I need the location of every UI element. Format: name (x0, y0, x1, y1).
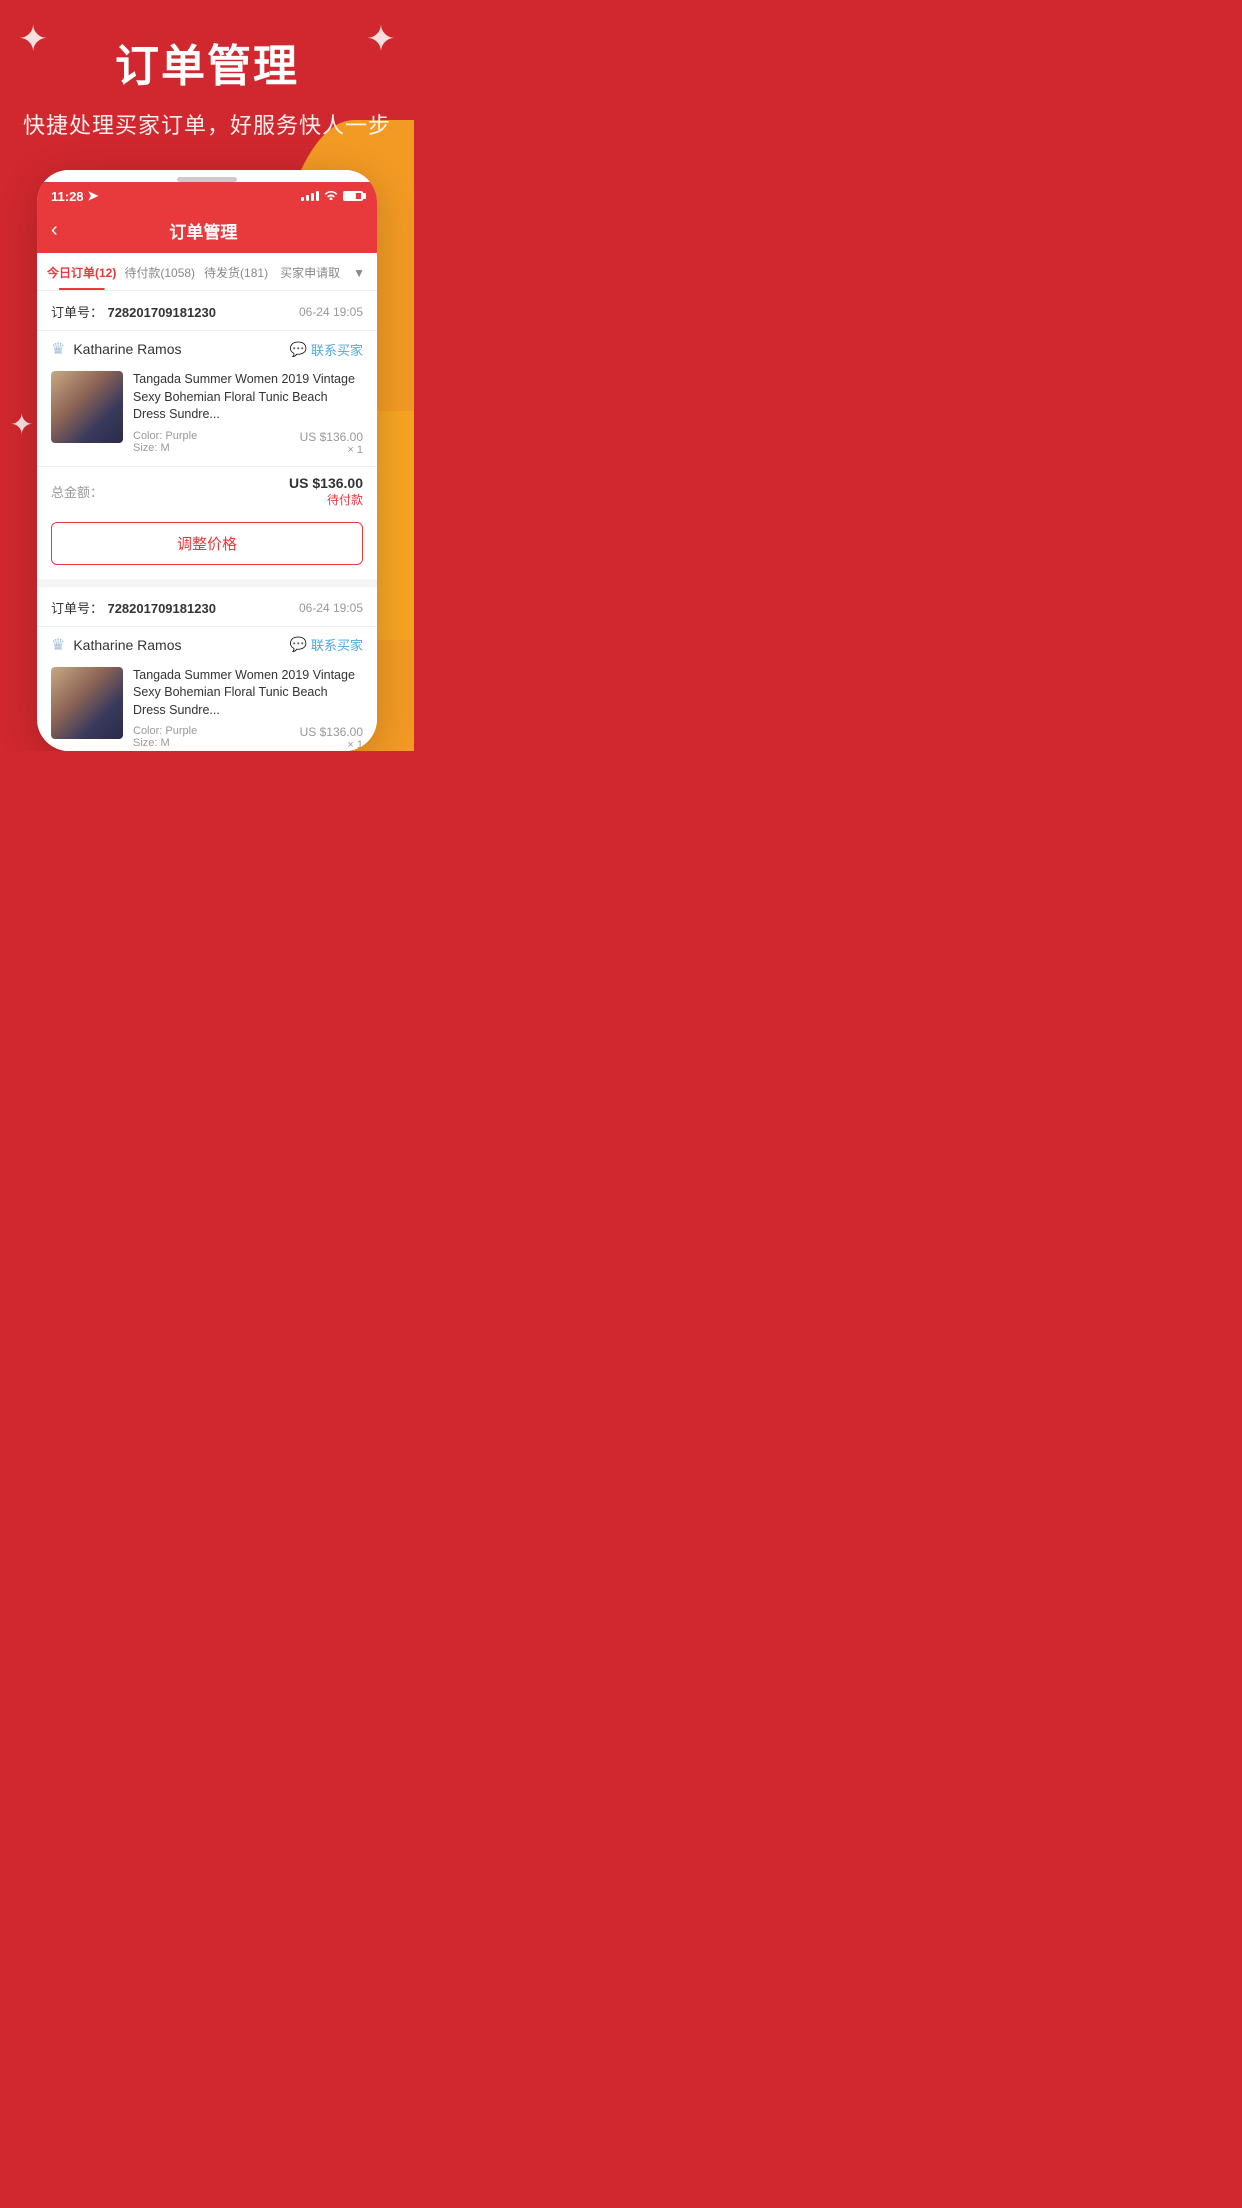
status-bar: 11:28 ➤ (37, 182, 377, 208)
status-left: 11:28 ➤ (51, 188, 98, 204)
signal-bar-3 (311, 193, 314, 201)
color-attr-1: Color: Purple (133, 430, 197, 442)
battery-fill (345, 193, 356, 199)
order-number-label-2: 订单号： (51, 601, 103, 616)
product-attrs-1: Color: Purple Size: M US $136.00 (133, 430, 363, 456)
tabs-container: 今日订单(12) 待付款(1058) 待发货(181) 买家申请取 ▼ (37, 253, 377, 291)
product-price-1: US $136.00 (300, 430, 363, 444)
product-name-2: Tangada Summer Women 2019 Vintage Sexy B… (133, 667, 363, 720)
contact-buyer-btn-2[interactable]: 💬 联系买家 (290, 635, 363, 654)
product-price-2: US $136.00 (300, 725, 363, 739)
location-icon: ➤ (88, 188, 99, 204)
total-label-1: 总金额： (51, 482, 103, 501)
signal-bar-4 (316, 191, 319, 201)
phone-notch (37, 170, 377, 182)
tab-pending-payment[interactable]: 待付款(1058) (120, 253, 199, 290)
total-right-1: US $136.00 待付款 (289, 475, 363, 508)
app-navbar: ‹ 订单管理 (37, 208, 377, 253)
color-label-2: Color: (133, 725, 162, 737)
order-product-2: Tangada Summer Women 2019 Vintage Sexy B… (37, 663, 377, 752)
signal-bar-1 (301, 197, 304, 201)
chat-icon-1: 💬 (290, 341, 307, 358)
crown-icon-2: ♛ (51, 635, 65, 655)
notch-bar (177, 177, 237, 182)
size-attr-2: Size: M (133, 737, 197, 749)
product-attrs-right-2: US $136.00 × 1 (300, 725, 363, 751)
product-attrs-right-1: US $136.00 × 1 (300, 430, 363, 456)
product-info-2: Tangada Summer Women 2019 Vintage Sexy B… (133, 667, 363, 752)
chat-icon-2: 💬 (290, 636, 307, 653)
order-number-container-2: 订单号： 728201709181230 (51, 598, 216, 618)
color-value-1: Purple (165, 430, 197, 442)
time-display: 11:28 (51, 189, 84, 204)
color-value-2: Purple (165, 725, 197, 737)
tab-today-orders[interactable]: 今日订单(12) (43, 253, 120, 290)
order-buyer-2: ♛ Katharine Ramos 💬 联系买家 (37, 627, 377, 663)
product-info-1: Tangada Summer Women 2019 Vintage Sexy B… (133, 371, 363, 456)
header-section: 订单管理 快捷处理买家订单，好服务快人一步 (0, 0, 414, 160)
back-button[interactable]: ‹ (51, 219, 58, 242)
size-value-2: M (161, 737, 170, 749)
product-img-placeholder-1 (51, 371, 123, 443)
product-attrs-left-1: Color: Purple Size: M (133, 430, 197, 454)
buyer-left-1: ♛ Katharine Ramos (51, 339, 182, 359)
crown-icon-1: ♛ (51, 339, 65, 359)
order-total-1: 总金额： US $136.00 待付款 (37, 466, 377, 512)
signal-bars (301, 191, 319, 201)
order-header-2: 订单号： 728201709181230 06-24 19:05 (37, 587, 377, 627)
product-image-1 (51, 371, 123, 443)
page-title: 订单管理 (20, 30, 394, 94)
order-card-1: 订单号： 728201709181230 06-24 19:05 ♛ Katha… (37, 291, 377, 579)
order-header-1: 订单号： 728201709181230 06-24 19:05 (37, 291, 377, 331)
adjust-price-button-1[interactable]: 调整价格 (51, 522, 363, 565)
tab-more-dropdown[interactable]: ▼ (347, 255, 371, 289)
order-card-2: 订单号： 728201709181230 06-24 19:05 ♛ Katha… (37, 587, 377, 752)
color-label-1: Color: (133, 430, 162, 442)
total-status-1: 待付款 (289, 491, 363, 508)
order-product-1: Tangada Summer Women 2019 Vintage Sexy B… (37, 367, 377, 466)
product-attrs-2: Color: Purple Size: M US $136.00 (133, 725, 363, 751)
product-qty-1: × 1 (300, 444, 363, 456)
product-img-placeholder-2 (51, 667, 123, 739)
contact-label-1: 联系买家 (311, 340, 363, 359)
size-label-1: Size: (133, 442, 157, 454)
product-name-1: Tangada Summer Women 2019 Vintage Sexy B… (133, 371, 363, 424)
product-image-2 (51, 667, 123, 739)
size-value-1: M (161, 442, 170, 454)
buyer-name-1: Katharine Ramos (73, 341, 181, 357)
phone-mockup: 11:28 ➤ (37, 170, 377, 751)
star-decoration-bl: ✦ (10, 408, 33, 441)
contact-label-2: 联系买家 (311, 635, 363, 654)
size-label-2: Size: (133, 737, 157, 749)
order-date-1: 06-24 19:05 (299, 305, 363, 319)
tab-pending-ship[interactable]: 待发货(181) (199, 253, 273, 290)
order-number-container-1: 订单号： 728201709181230 (51, 302, 216, 322)
page-subtitle: 快捷处理买家订单，好服务快人一步 (20, 108, 394, 140)
product-attrs-left-2: Color: Purple Size: M (133, 725, 197, 749)
order-number-value-2: 728201709181230 (107, 601, 215, 616)
total-amount-1: US $136.00 (289, 475, 363, 491)
battery-icon (343, 191, 363, 201)
wifi-icon (324, 189, 338, 203)
size-attr-1: Size: M (133, 442, 197, 454)
navbar-title: 订单管理 (68, 218, 339, 243)
order-number-value-1: 728201709181230 (107, 305, 215, 320)
buyer-left-2: ♛ Katharine Ramos (51, 635, 182, 655)
tab-buyer-requests[interactable]: 买家申请取 (273, 253, 347, 290)
buyer-name-2: Katharine Ramos (73, 637, 181, 653)
order-action-1: 调整价格 (37, 512, 377, 579)
status-right (301, 189, 363, 203)
contact-buyer-btn-1[interactable]: 💬 联系买家 (290, 340, 363, 359)
order-number-label-1: 订单号： (51, 305, 103, 320)
product-qty-2: × 1 (300, 739, 363, 751)
order-buyer-1: ♛ Katharine Ramos 💬 联系买家 (37, 331, 377, 367)
color-attr-2: Color: Purple (133, 725, 197, 737)
order-date-2: 06-24 19:05 (299, 601, 363, 615)
orders-scroll[interactable]: 订单号： 728201709181230 06-24 19:05 ♛ Katha… (37, 291, 377, 751)
signal-bar-2 (306, 195, 309, 201)
outer-container: ✦ ✦ ✦ 订单管理 快捷处理买家订单，好服务快人一步 11:28 ➤ (0, 0, 414, 751)
